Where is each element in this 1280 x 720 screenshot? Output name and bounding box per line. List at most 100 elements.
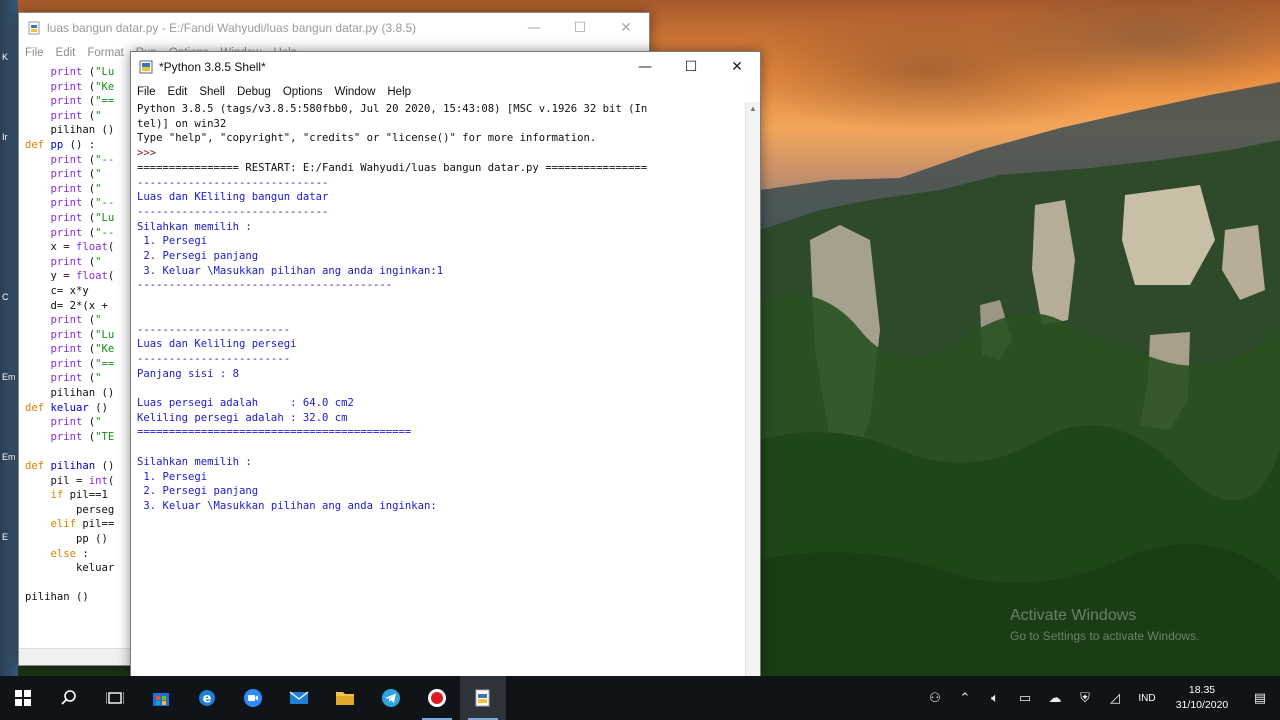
shell-line: >>> xyxy=(137,147,163,160)
minimize-button[interactable]: — xyxy=(511,13,557,43)
clock-time: 18.35 xyxy=(1188,684,1216,696)
people-icon[interactable]: ⚇ xyxy=(920,676,950,720)
desktop-icon[interactable]: Ir xyxy=(2,132,8,142)
shell-line: 2. Persegi panjang xyxy=(137,485,259,498)
search-button[interactable] xyxy=(46,676,92,720)
code-token: "Lu xyxy=(95,211,115,224)
shell-menu-help[interactable]: Help xyxy=(381,86,417,98)
code-token: () xyxy=(88,401,108,414)
code-line: print (" xyxy=(25,167,137,182)
close-button[interactable]: ✕ xyxy=(603,13,649,43)
vertical-scrollbar[interactable]: ▲ xyxy=(745,102,760,676)
shell-menu-edit[interactable]: Edit xyxy=(162,86,194,98)
code-line: print (" xyxy=(25,313,137,328)
shell-menu-debug[interactable]: Debug xyxy=(231,86,277,98)
code-token: "-- xyxy=(95,226,115,239)
code-token: pp () xyxy=(25,533,108,545)
shell-menu-shell[interactable]: Shell xyxy=(193,86,231,98)
editor-menu-edit[interactable]: Edit xyxy=(50,47,82,59)
editor-titlebar[interactable]: luas bangun datar.py - E:/Fandi Wahyudi/… xyxy=(19,13,649,43)
code-token: ( xyxy=(82,66,96,78)
volume-icon[interactable]: 🔈︎ xyxy=(980,676,1010,720)
code-token: print xyxy=(50,168,83,181)
desktop-icon[interactable]: Em xyxy=(2,452,16,462)
code-token: c= x*y xyxy=(25,284,89,297)
editor-menu-format[interactable]: Format xyxy=(81,47,129,59)
python-shell-window[interactable]: *Python 3.8.5 Shell* — ☐ ✕ File Edit Shell… xyxy=(130,51,761,677)
shell-menu-file[interactable]: File xyxy=(131,86,162,98)
shell-titlebar[interactable]: *Python 3.8.5 Shell* — ☐ ✕ xyxy=(131,52,760,82)
svg-text:e: e xyxy=(203,692,212,707)
antivirus-icon[interactable]: ⛨ xyxy=(1070,676,1100,720)
taskbar-python-idle[interactable] xyxy=(460,676,506,720)
desktop-icon[interactable]: C xyxy=(2,292,9,302)
wifi-icon[interactable]: ◿ xyxy=(1100,676,1130,720)
scroll-up-icon[interactable]: ▲ xyxy=(746,102,760,116)
search-icon xyxy=(61,690,76,705)
code-token: print xyxy=(50,255,83,268)
minimize-button[interactable]: — xyxy=(622,52,668,82)
desktop-icon[interactable]: E xyxy=(2,532,8,542)
code-token: print xyxy=(50,357,83,370)
chevron-up-icon[interactable]: ⌃ xyxy=(950,676,980,720)
code-token: pilihan () xyxy=(25,124,115,137)
shell-line: ---------------------------------------- xyxy=(137,279,393,292)
taskbar-telegram[interactable] xyxy=(368,676,414,720)
taskbar-mail[interactable] xyxy=(276,676,322,720)
editor-menu-file[interactable]: File xyxy=(19,47,50,59)
code-line: print ("Lu xyxy=(25,211,137,226)
shell-menu-window[interactable]: Window xyxy=(328,86,381,98)
code-line: print ("-- xyxy=(25,226,137,241)
input-language[interactable]: IND xyxy=(1130,693,1164,704)
shell-output-area[interactable]: Python 3.8.5 (tags/v3.8.5:580fbb0, Jul 2… xyxy=(137,102,742,676)
shell-line: 3. Keluar \Masukkan pilihan ang anda ing… xyxy=(137,264,444,277)
display-icon[interactable]: ▭ xyxy=(1010,676,1040,720)
taskbar-zoom[interactable] xyxy=(230,676,276,720)
code-line: print (" xyxy=(25,371,137,386)
maximize-button[interactable]: ☐ xyxy=(557,13,603,43)
shell-menu-options[interactable]: Options xyxy=(277,86,329,98)
code-line: print (" xyxy=(25,109,137,124)
code-token: : xyxy=(76,547,89,560)
shell-line: Luas persegi adalah : 64.0 cm2 xyxy=(137,397,354,410)
code-token: ( xyxy=(107,241,115,254)
maximize-button[interactable]: ☐ xyxy=(668,52,714,82)
code-token: print xyxy=(50,197,83,210)
code-token: "== xyxy=(95,95,115,108)
desktop-icon[interactable]: K xyxy=(2,52,8,62)
shell-line: Panjang sisi : 8 xyxy=(137,367,240,380)
code-token: ( xyxy=(82,357,96,370)
code-token: float xyxy=(76,270,108,283)
clock-date: 31/10/2020 xyxy=(1175,699,1229,711)
code-token: print xyxy=(50,95,83,108)
code-line: def keluar () xyxy=(25,401,137,416)
clock[interactable]: 18.35 31/10/2020 xyxy=(1164,683,1240,713)
code-token: print xyxy=(50,328,83,341)
shell-line: ------------------------ xyxy=(137,323,291,336)
code-line: print ("TE xyxy=(25,430,137,445)
start-button[interactable] xyxy=(0,676,46,720)
close-button[interactable]: ✕ xyxy=(714,52,760,82)
code-token: ( xyxy=(82,416,96,429)
mail-icon xyxy=(289,691,309,704)
task-view-button[interactable] xyxy=(92,676,138,720)
editor-code-area[interactable]: print ("Lu print ("Ke print ("== print (… xyxy=(19,65,137,649)
taskbar-file-explorer[interactable] xyxy=(322,676,368,720)
task-view-icon xyxy=(106,692,124,704)
onedrive-cloud-icon[interactable]: ☁ xyxy=(1040,676,1070,720)
taskbar-edge[interactable]: e xyxy=(184,676,230,720)
notifications-icon[interactable]: ▤ xyxy=(1240,676,1280,720)
taskbar-store[interactable] xyxy=(138,676,184,720)
code-token: perseg xyxy=(25,503,115,516)
desktop-icon[interactable]: Em xyxy=(2,372,16,382)
code-line: print ("== xyxy=(25,357,137,372)
taskbar-recorder[interactable] xyxy=(414,676,460,720)
shell-line: Silahkan memilih : xyxy=(137,220,252,233)
